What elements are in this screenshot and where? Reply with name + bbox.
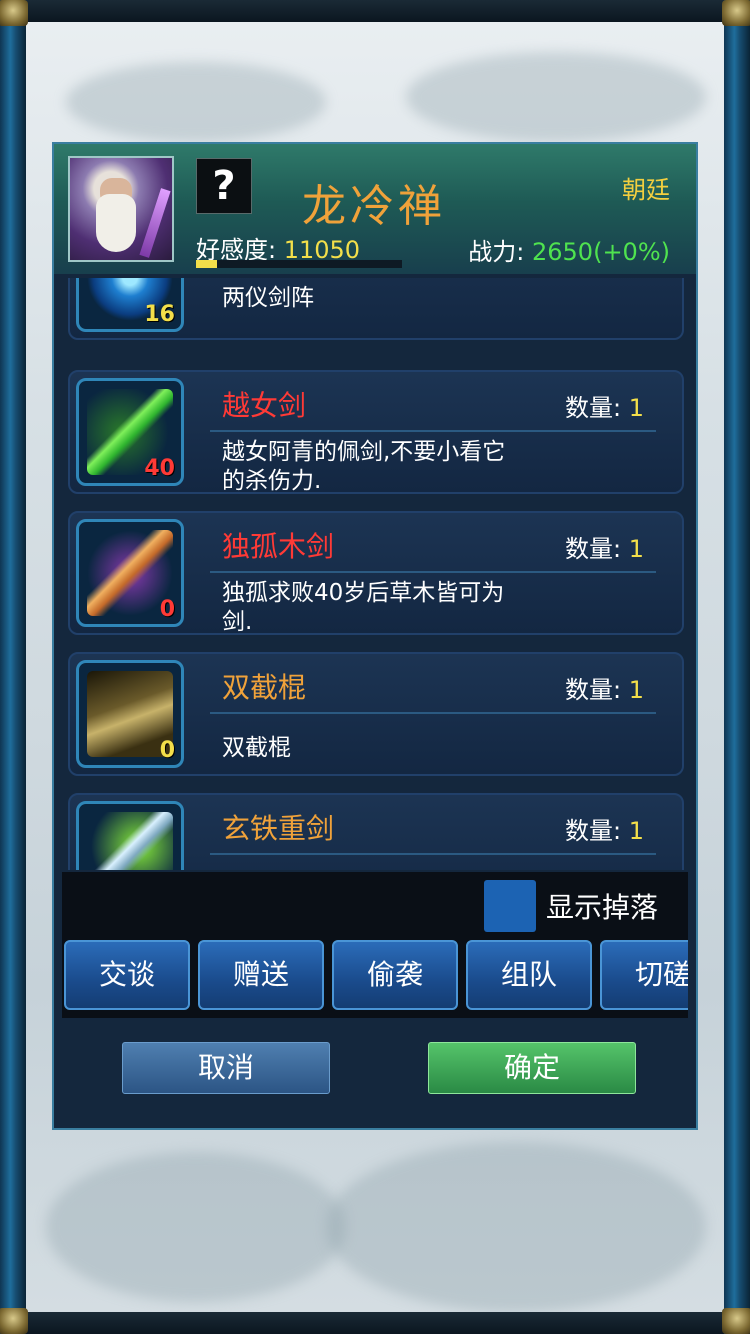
item-divider — [210, 430, 656, 432]
question-mark-icon[interactable]: ? — [196, 158, 252, 214]
item-quantity: 数量: 1 — [565, 817, 644, 845]
list-item[interactable]: 玄铁重剑 数量: 1 — [68, 793, 684, 870]
item-quantity: 数量: 1 — [565, 676, 644, 704]
frame-top — [0, 0, 750, 22]
item-name: 越女剑 — [222, 389, 307, 422]
spar-button[interactable]: 切磋 — [600, 940, 688, 1010]
item-divider — [210, 712, 656, 714]
list-item[interactable]: 0 独孤木剑 数量: 1 独孤求败40岁后草木皆可为剑. — [68, 511, 684, 635]
item-quantity: 数量: 1 — [565, 535, 644, 563]
power-value: 2650(+0%) — [532, 238, 670, 266]
list-item[interactable]: 16 两仪剑阵 — [68, 278, 684, 340]
wooden-sword-icon: 0 — [76, 519, 184, 627]
team-up-button[interactable]: 组队 — [466, 940, 592, 1010]
item-count: 16 — [144, 302, 175, 327]
show-drops-checkbox[interactable] — [484, 880, 536, 932]
item-count: 40 — [144, 456, 175, 481]
npc-dialog: ? 龙冷禅 朝廷 好感度: 11050 战力: 2650(+0%) 16 两仪剑… — [52, 142, 698, 1130]
npc-faction: 朝廷 — [622, 176, 670, 204]
power-label: 战力: 2650(+0%) — [468, 238, 670, 266]
show-drops-label[interactable]: 显示掉落 — [546, 886, 658, 926]
item-description: 越女阿青的佩剑,不要小看它的杀伤力. — [222, 439, 506, 494]
left-pillar — [0, 0, 26, 1334]
heavy-sword-icon — [76, 801, 184, 870]
item-name: 独孤木剑 — [222, 530, 335, 563]
item-name: 玄铁重剑 — [222, 812, 335, 845]
npc-name: 龙冷禅 — [302, 181, 446, 232]
green-sword-icon: 40 — [76, 378, 184, 486]
item-divider — [210, 853, 656, 855]
list-item[interactable]: 0 双截棍 数量: 1 双截棍 — [68, 652, 684, 776]
action-button-row[interactable]: 交谈 赠送 偷袭 组队 切磋 — [64, 940, 688, 1014]
confirm-button[interactable]: 确定 — [428, 1042, 636, 1094]
action-toolbar: 显示掉落 交谈 赠送 偷袭 组队 切磋 — [62, 872, 688, 1018]
item-list[interactable]: 16 两仪剑阵 40 越女剑 数量: 1 越女阿青的佩剑,不要小看它的杀伤力. … — [66, 278, 686, 870]
sneak-attack-button[interactable]: 偷袭 — [332, 940, 458, 1010]
item-name: 双截棍 — [222, 671, 307, 704]
sword-formation-icon: 16 — [76, 278, 184, 332]
npc-header: ? 龙冷禅 朝廷 好感度: 11050 战力: 2650(+0%) — [54, 144, 696, 274]
item-description: 独孤求败40岁后草木皆可为剑. — [222, 580, 505, 635]
item-quantity: 数量: 1 — [565, 394, 644, 422]
corner-knob — [0, 0, 28, 26]
item-description: 两仪剑阵 — [222, 285, 314, 311]
cancel-button[interactable]: 取消 — [122, 1042, 330, 1094]
item-description: 双截棍 — [222, 735, 291, 761]
talk-button[interactable]: 交谈 — [64, 940, 190, 1010]
favor-bar — [196, 260, 402, 268]
gift-button[interactable]: 赠送 — [198, 940, 324, 1010]
nunchaku-icon: 0 — [76, 660, 184, 768]
item-count: 0 — [159, 738, 175, 763]
item-divider — [210, 571, 656, 573]
corner-knob — [722, 1308, 750, 1334]
npc-avatar[interactable] — [68, 156, 174, 262]
list-item[interactable]: 40 越女剑 数量: 1 越女阿青的佩剑,不要小看它的杀伤力. — [68, 370, 684, 494]
frame-bottom — [0, 1312, 750, 1334]
corner-knob — [722, 0, 750, 26]
corner-knob — [0, 1308, 28, 1334]
right-pillar — [724, 0, 750, 1334]
favor-bar-fill — [196, 260, 217, 268]
item-count: 0 — [159, 597, 175, 622]
